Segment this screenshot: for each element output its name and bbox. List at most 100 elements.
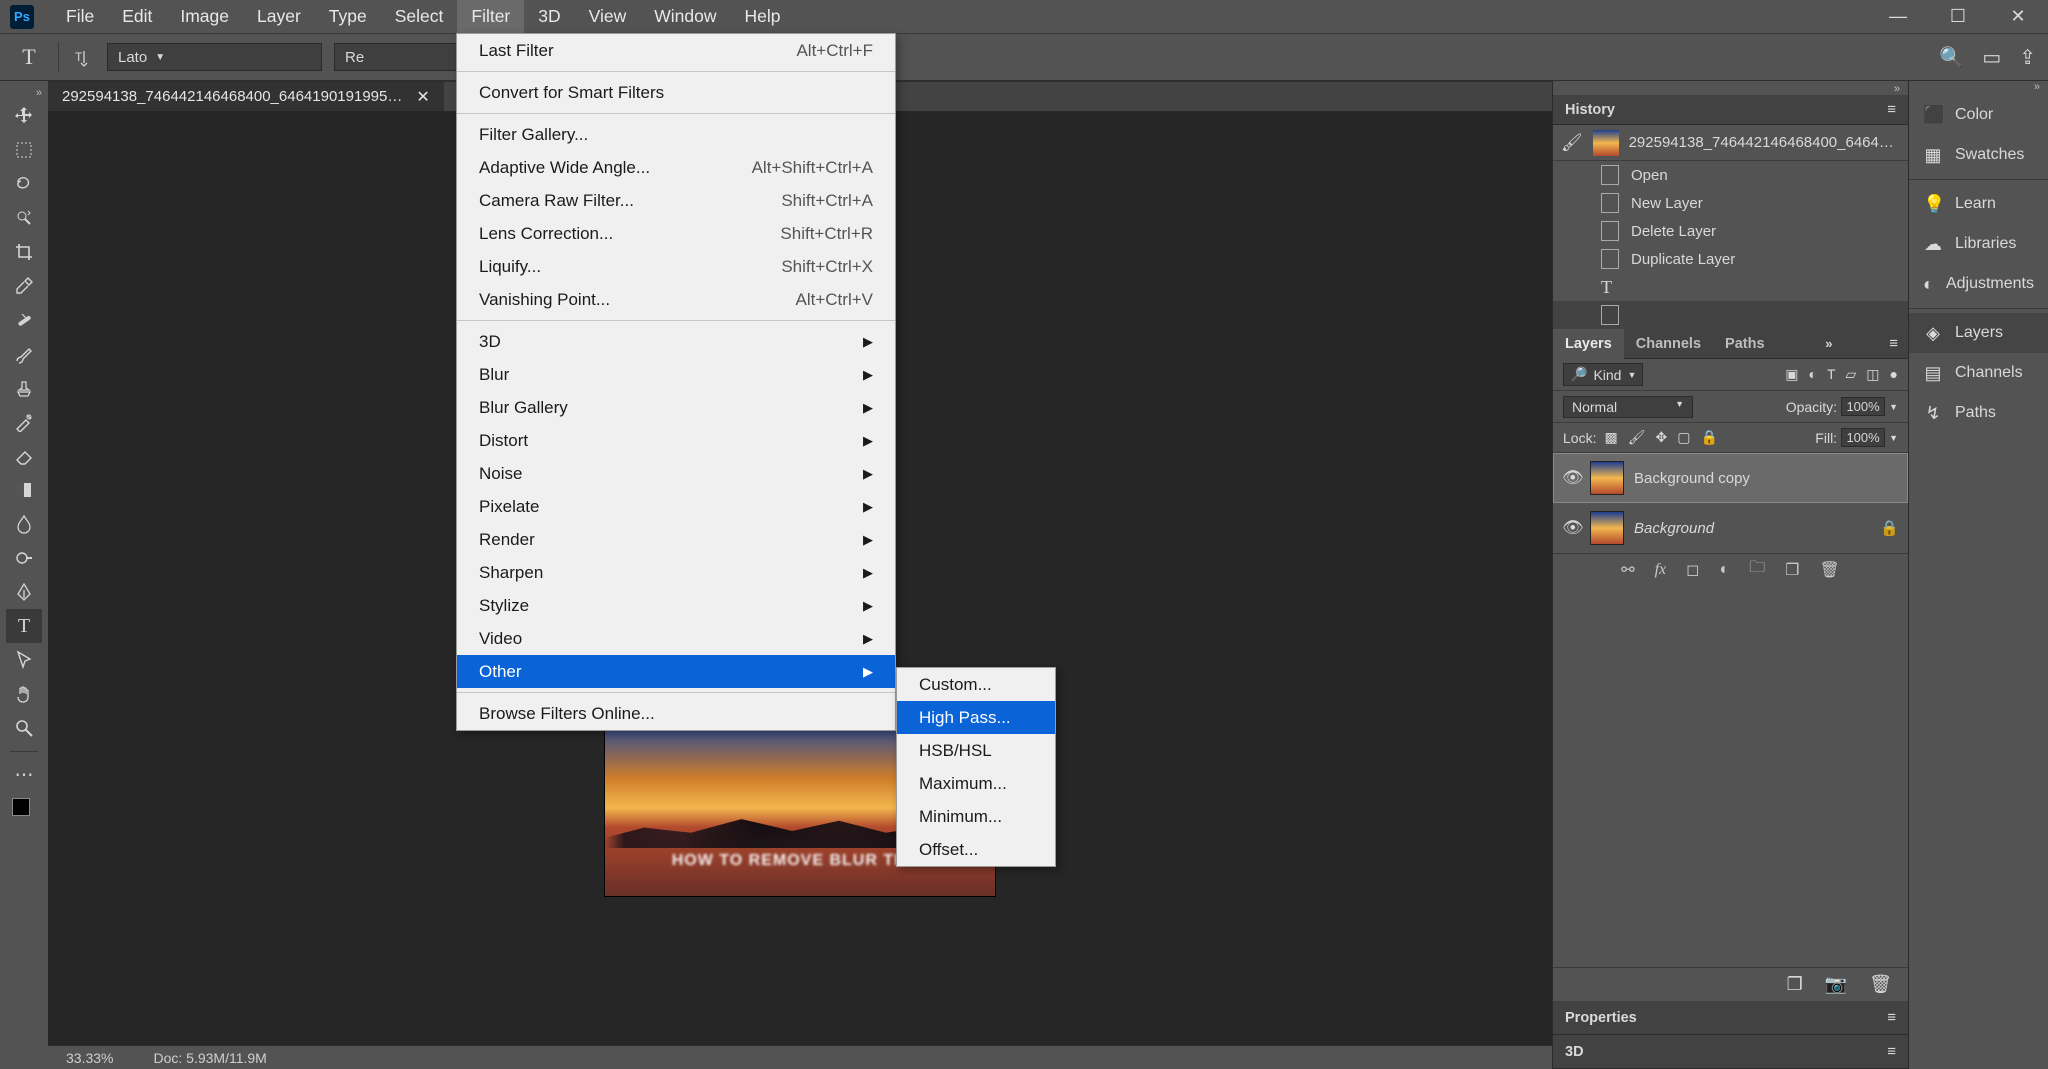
- menu-item[interactable]: Distort▶: [457, 424, 895, 457]
- zoom-level[interactable]: 33.33%: [66, 1050, 113, 1066]
- panel-menu-icon[interactable]: ≡: [1887, 1043, 1896, 1060]
- close-button[interactable]: ✕: [1988, 0, 2048, 33]
- lock-image-icon[interactable]: 🖌: [1628, 429, 1646, 446]
- dock-item-color[interactable]: ⬛Color: [1909, 95, 2048, 135]
- eraser-tool[interactable]: [6, 439, 42, 473]
- fill-input[interactable]: [1841, 428, 1885, 447]
- document-tab[interactable]: 292594138_746442146468400_6464190191995……: [48, 82, 444, 112]
- menu-item-last-filter[interactable]: Last Filter Alt+Ctrl+F: [457, 34, 895, 67]
- new-doc-from-state-icon[interactable]: ❐: [1787, 974, 1803, 995]
- menu-window[interactable]: Window: [640, 0, 730, 33]
- history-step[interactable]: Open: [1553, 161, 1908, 189]
- chevron-down-icon[interactable]: ▼: [1889, 433, 1898, 443]
- menu-item[interactable]: Custom...: [897, 668, 1055, 701]
- visibility-toggle-icon[interactable]: 👁: [1562, 518, 1580, 538]
- filter-pixel-icon[interactable]: ▣: [1785, 366, 1798, 383]
- eyedropper-tool[interactable]: [6, 269, 42, 303]
- expand-layers-chevrons[interactable]: »: [1825, 336, 1840, 351]
- menu-item[interactable]: Render▶: [457, 523, 895, 556]
- blur-tool[interactable]: [6, 507, 42, 541]
- dock-item-paths[interactable]: ↯Paths: [1909, 393, 2048, 433]
- foreground-background-swatch[interactable]: [12, 798, 36, 822]
- menu-item[interactable]: Filter Gallery...: [457, 118, 895, 151]
- menu-item[interactable]: Adaptive Wide Angle...Alt+Shift+Ctrl+A: [457, 151, 895, 184]
- menu-item[interactable]: Minimum...: [897, 800, 1055, 833]
- menu-item[interactable]: Noise▶: [457, 457, 895, 490]
- dock-item-learn[interactable]: 💡Learn: [1909, 184, 2048, 224]
- menu-item[interactable]: Vanishing Point...Alt+Ctrl+V: [457, 283, 895, 316]
- menu-item[interactable]: Stylize▶: [457, 589, 895, 622]
- filter-smart-icon[interactable]: ◫: [1866, 366, 1879, 383]
- move-tool[interactable]: [6, 99, 42, 133]
- panel-menu-icon[interactable]: ≡: [1889, 335, 1908, 352]
- menu-item[interactable]: Lens Correction...Shift+Ctrl+R: [457, 217, 895, 250]
- layer-item[interactable]: 👁 Background copy: [1553, 453, 1908, 503]
- menu-edit[interactable]: Edit: [108, 0, 166, 33]
- dock-item-channels[interactable]: ▤Channels: [1909, 353, 2048, 393]
- crop-tool[interactable]: [6, 235, 42, 269]
- lock-transparency-icon[interactable]: ▩: [1604, 429, 1617, 446]
- menu-item[interactable]: Liquify...Shift+Ctrl+X: [457, 250, 895, 283]
- expand-dock-chevrons[interactable]: »: [1909, 81, 2048, 95]
- path-selection-tool[interactable]: [6, 643, 42, 677]
- hand-tool[interactable]: [6, 677, 42, 711]
- minimize-button[interactable]: —: [1868, 0, 1928, 33]
- search-icon[interactable]: 🔍: [1939, 45, 1964, 70]
- lock-position-icon[interactable]: ✥: [1655, 429, 1667, 446]
- menu-item[interactable]: Video▶: [457, 622, 895, 655]
- lasso-tool[interactable]: [6, 167, 42, 201]
- snapshot-icon[interactable]: 📷: [1825, 974, 1847, 995]
- dock-item-layers[interactable]: ◈Layers: [1909, 313, 2048, 353]
- zoom-tool[interactable]: [6, 711, 42, 745]
- filter-toggle-icon[interactable]: ●: [1890, 366, 1898, 383]
- link-layers-icon[interactable]: ⚯: [1621, 560, 1634, 580]
- history-step[interactable]: New Layer: [1553, 189, 1908, 217]
- tab-channels[interactable]: Channels: [1624, 329, 1713, 359]
- dock-item-swatches[interactable]: ▦Swatches: [1909, 135, 2048, 175]
- new-layer-icon[interactable]: ❐: [1785, 560, 1799, 580]
- dock-item-adjustments[interactable]: ◐Adjustments: [1909, 264, 2048, 304]
- lock-nested-icon[interactable]: ▢: [1677, 429, 1690, 446]
- filter-type-icon[interactable]: T: [1827, 366, 1836, 383]
- collapse-panels-chevrons[interactable]: »: [1553, 81, 1908, 95]
- menu-item[interactable]: Pixelate▶: [457, 490, 895, 523]
- menu-item[interactable]: HSB/HSL: [897, 734, 1055, 767]
- menu-item[interactable]: Sharpen▶: [457, 556, 895, 589]
- dock-item-libraries[interactable]: ☁Libraries: [1909, 224, 2048, 264]
- type-tool[interactable]: T: [6, 609, 42, 643]
- blend-mode-dropdown[interactable]: Normal ▼: [1563, 396, 1693, 418]
- menu-item-convert-smart[interactable]: Convert for Smart Filters: [457, 76, 895, 109]
- tab-layers[interactable]: Layers: [1553, 329, 1624, 359]
- adjustment-layer-icon[interactable]: ◐: [1719, 561, 1729, 579]
- menu-image[interactable]: Image: [166, 0, 243, 33]
- opacity-input[interactable]: [1841, 397, 1885, 416]
- menu-item[interactable]: Blur Gallery▶: [457, 391, 895, 424]
- visibility-toggle-icon[interactable]: 👁: [1562, 468, 1580, 488]
- history-step[interactable]: Duplicate Layer: [1553, 245, 1908, 273]
- filter-adjust-icon[interactable]: ◐: [1808, 366, 1816, 383]
- history-brush-tool[interactable]: [6, 405, 42, 439]
- delete-state-icon[interactable]: 🗑: [1869, 974, 1892, 995]
- dodge-tool[interactable]: [6, 541, 42, 575]
- menu-layer[interactable]: Layer: [243, 0, 315, 33]
- text-orientation-toggle[interactable]: T: [71, 45, 95, 69]
- font-family-dropdown[interactable]: Lato ▼: [107, 43, 322, 71]
- menu-item[interactable]: Offset...: [897, 833, 1055, 866]
- history-step[interactable]: T: [1553, 273, 1908, 301]
- menu-item[interactable]: Blur▶: [457, 358, 895, 391]
- menu-item[interactable]: Other▶: [457, 655, 895, 688]
- quick-select-tool[interactable]: [6, 201, 42, 235]
- menu-3d[interactable]: 3D: [524, 0, 574, 33]
- group-layers-icon[interactable]: 🗀: [1749, 556, 1765, 583]
- pen-tool[interactable]: [6, 575, 42, 609]
- menu-help[interactable]: Help: [731, 0, 795, 33]
- menu-file[interactable]: File: [52, 0, 108, 33]
- menu-view[interactable]: View: [575, 0, 641, 33]
- panel-menu-icon[interactable]: ≡: [1887, 101, 1896, 118]
- layer-item[interactable]: 👁 Background 🔒: [1553, 503, 1908, 553]
- healing-brush-tool[interactable]: [6, 303, 42, 337]
- edit-toolbar-button[interactable]: ⋯: [6, 758, 42, 792]
- history-source-row[interactable]: 🖌 292594138_746442146468400_646419019199…: [1553, 125, 1908, 161]
- filter-shape-icon[interactable]: ▱: [1846, 366, 1857, 383]
- marquee-tool[interactable]: [6, 133, 42, 167]
